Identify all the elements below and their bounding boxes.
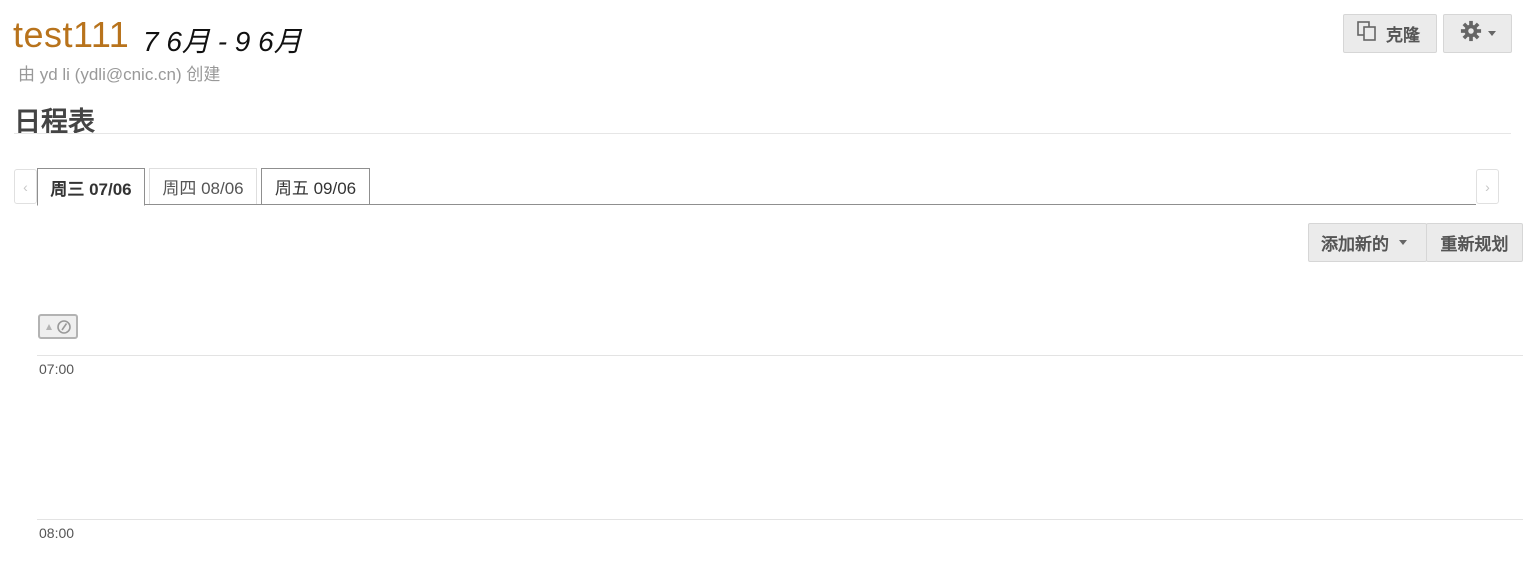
event-date-range: 7 6月 - 9 6月 (143, 26, 302, 57)
tab-day-fri[interactable]: 周五 09/06 (261, 168, 370, 204)
chevron-right-icon: › (1485, 178, 1490, 195)
heading-divider (14, 133, 1511, 134)
hour-label: 08:00 (39, 525, 75, 541)
chevron-down-icon (1399, 240, 1407, 245)
tab-label: 周四 08/06 (162, 179, 244, 198)
tab-day-thu[interactable]: 周四 08/06 (149, 168, 257, 204)
settings-dropdown-button[interactable] (1443, 14, 1512, 53)
chevron-down-icon (1487, 31, 1496, 36)
prev-day-button[interactable]: ‹ (14, 169, 37, 204)
tab-label: 周三 07/06 (50, 179, 132, 199)
next-day-button[interactable]: › (1476, 169, 1499, 204)
tabs-baseline (37, 204, 1476, 205)
add-new-dropdown-button[interactable]: 添加新的 (1308, 223, 1427, 262)
event-title: test111 (13, 14, 130, 55)
clock-icon (57, 319, 71, 334)
gear-icon (1460, 20, 1482, 47)
copy-icon (1356, 20, 1378, 47)
add-new-label: 添加新的 (1321, 235, 1389, 254)
reschedule-button[interactable]: 重新规划 (1426, 223, 1523, 262)
hour-label: 07:00 (39, 361, 75, 377)
tab-day-wed[interactable]: 周三 07/06 (37, 168, 145, 206)
expand-timeline-icon[interactable] (38, 314, 78, 339)
chevron-left-icon: ‹ (23, 178, 28, 195)
hour-gridline (37, 519, 1523, 520)
clone-label: 克隆 (1386, 26, 1420, 45)
reschedule-label: 重新规划 (1440, 235, 1509, 254)
created-by-text: 由 yd li (ydli@cnic.cn) 创建 (18, 65, 221, 84)
clone-button[interactable]: 克隆 (1343, 14, 1437, 53)
hour-gridline (37, 355, 1523, 356)
tab-label: 周五 09/06 (274, 179, 357, 198)
triangle-up-icon (46, 323, 52, 330)
